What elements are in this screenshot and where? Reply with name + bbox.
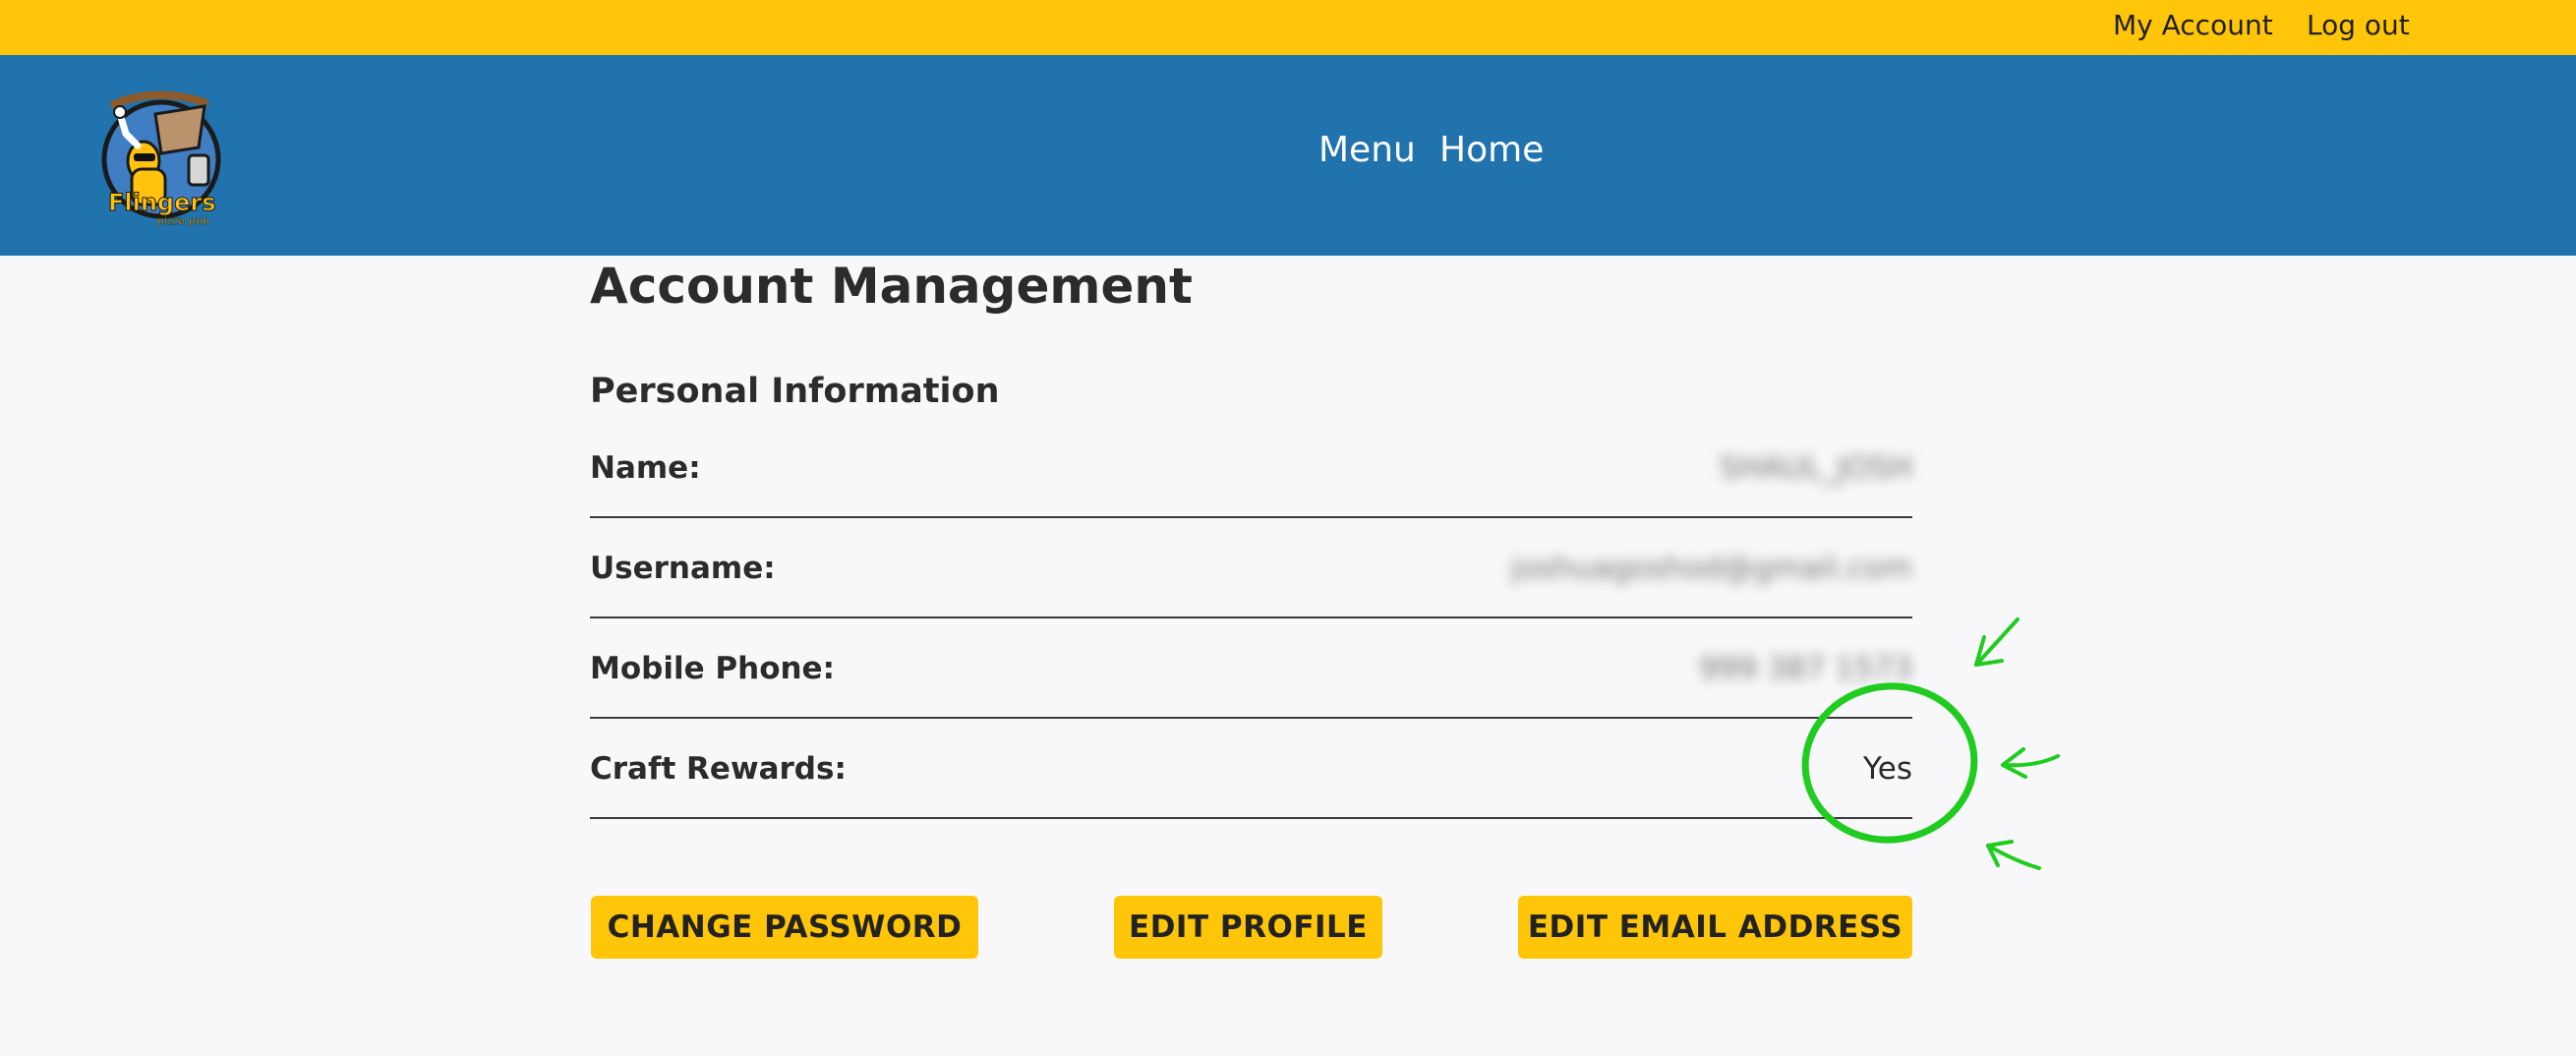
top-utility-bar: My Account Log out [0, 0, 2576, 55]
nav-menu-link[interactable]: Menu [1318, 130, 1416, 170]
change-password-button[interactable]: CHANGE PASSWORD [591, 896, 978, 959]
name-label: Name: [590, 450, 701, 486]
arrow-right-icon [2001, 747, 2060, 779]
craft-rewards-label: Craft Rewards: [590, 751, 847, 787]
craft-rewards-row: Craft Rewards: Yes [590, 719, 1912, 819]
site-header: Flingers pizza pub Menu Home [0, 55, 2576, 256]
log-out-link[interactable]: Log out [2307, 0, 2410, 55]
my-account-link[interactable]: My Account [2113, 0, 2273, 55]
flingers-logo[interactable]: Flingers pizza pub [96, 85, 234, 232]
arrow-bottom-icon [1986, 840, 2041, 870]
personal-information-heading: Personal Information [590, 372, 1000, 411]
username-row: Username: joshuagoshod@gmail.com [590, 518, 1912, 618]
logo-text: Flingers [108, 189, 216, 216]
edit-email-address-button[interactable]: EDIT EMAIL ADDRESS [1518, 896, 1912, 959]
edit-profile-button[interactable]: EDIT PROFILE [1114, 896, 1382, 959]
nav-home-link[interactable]: Home [1439, 130, 1544, 170]
mobile-phone-row: Mobile Phone: 999 387 1573 [590, 618, 1912, 719]
mobile-phone-value: 999 387 1573 [1699, 651, 1912, 686]
name-value: SHAUL_JOSH [1719, 450, 1912, 486]
svg-text:pizza pub: pizza pub [157, 214, 209, 227]
username-label: Username: [590, 551, 776, 586]
craft-rewards-value: Yes [1862, 751, 1912, 787]
arrow-top-icon [1974, 617, 2020, 667]
name-row: Name: SHAUL_JOSH [590, 418, 1912, 518]
page-title: Account Management [590, 258, 1193, 315]
username-value: joshuagoshod@gmail.com [1510, 551, 1912, 586]
mobile-phone-label: Mobile Phone: [590, 651, 835, 686]
